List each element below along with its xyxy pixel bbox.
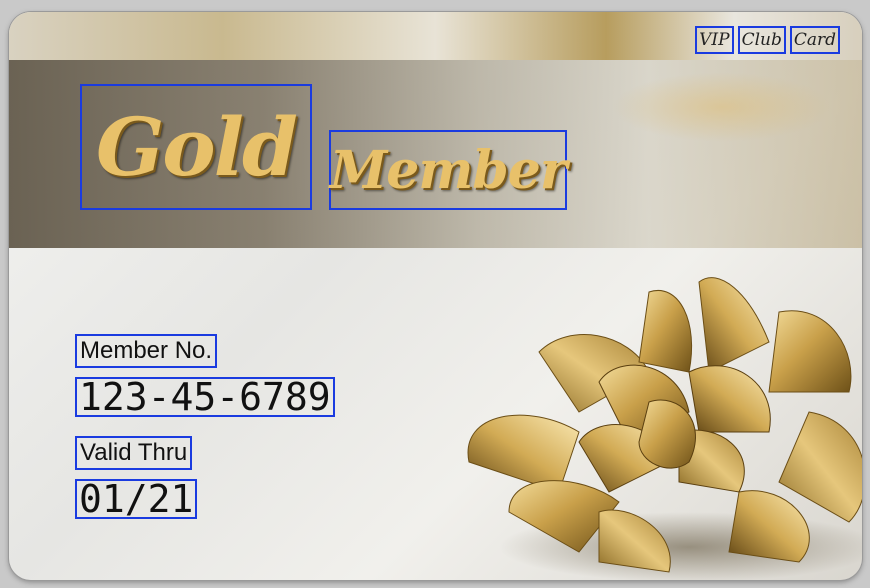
tag-word-club: Club [737,26,786,54]
tag-word-vip: VIP [695,26,734,54]
banner-glow [612,72,832,142]
title-gold: Gold [80,84,312,210]
gold-bow-image [467,277,862,580]
member-number-label: Member No. [75,334,218,368]
tag-word-card: Card [789,26,840,54]
member-number-value: 123-45-6789 [75,377,335,417]
valid-thru-value: 01/21 [75,479,198,519]
title-member: Member [329,130,567,210]
valid-thru-label: Valid Thru [75,436,193,470]
membership-card: VIP Club Card Gold Member Member No. 123… [9,12,862,580]
vip-club-card-tag: VIP Club Card [695,26,840,54]
